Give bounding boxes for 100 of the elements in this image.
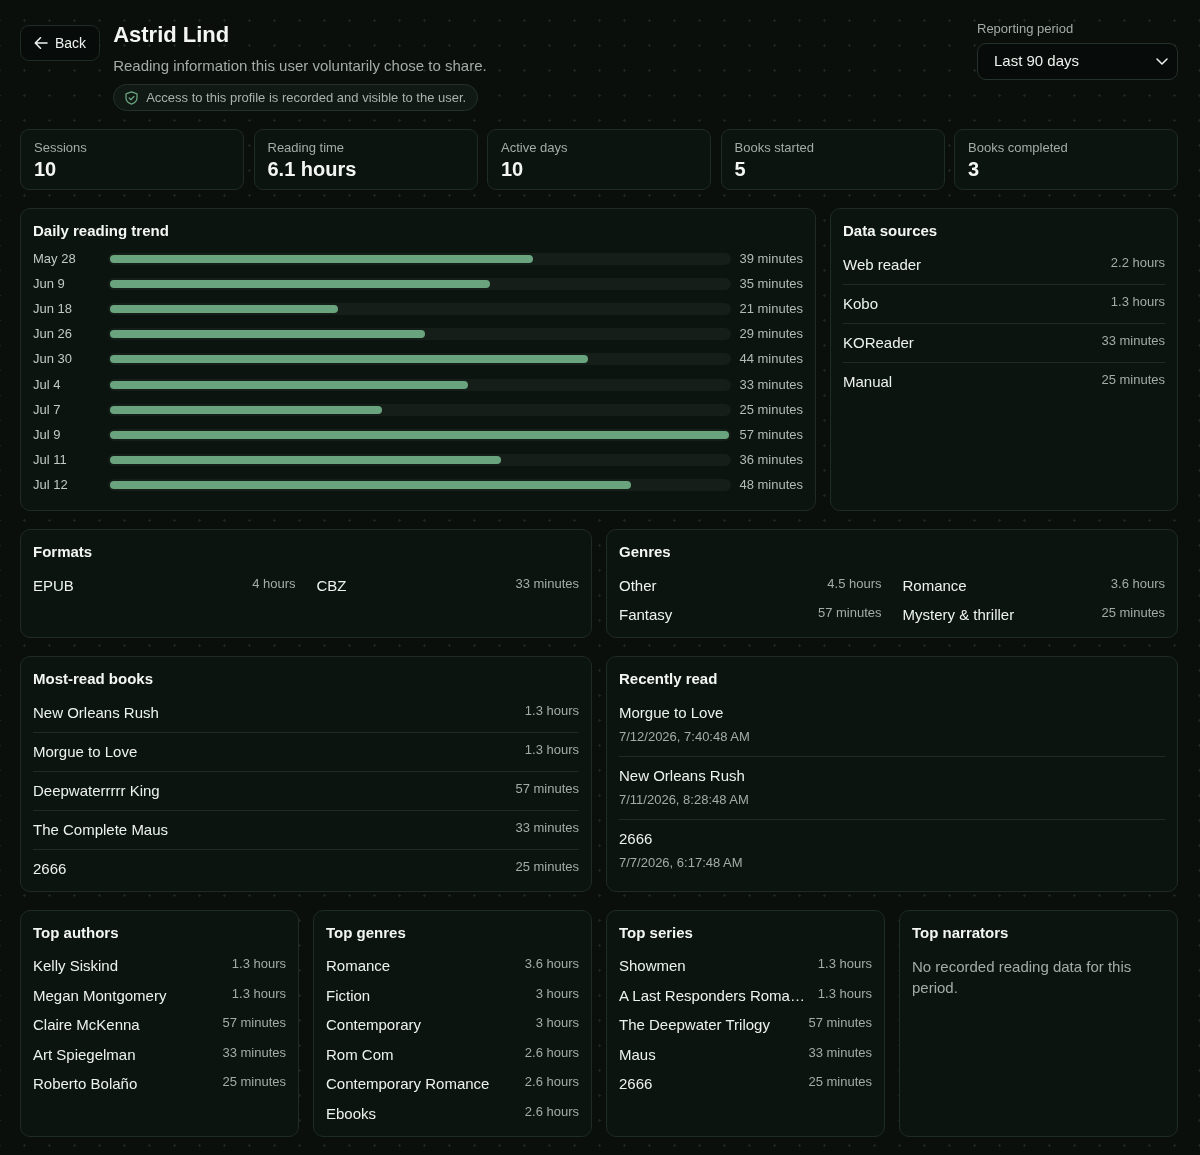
stat-label: Sessions (34, 139, 88, 157)
chevron-down-icon (1156, 58, 1168, 65)
stat-value: 10 (501, 157, 525, 181)
duration: 25 minutes (1101, 605, 1165, 621)
book-title: Deepwaterrrrr King (33, 781, 160, 802)
book-title: 2666 (619, 829, 654, 850)
stat-label: Reading time (267, 139, 346, 157)
book-title: The Complete Maus (33, 820, 169, 841)
minutes-reading: 48 minutes (738, 477, 803, 494)
panel-title: Top genres (326, 923, 407, 944)
author-name: Art Spiegelman (33, 1044, 136, 1065)
duration: 1.3 hours (524, 703, 579, 719)
genre-name: Ebooks (326, 1103, 377, 1124)
book-title: Morgue to Love (33, 742, 138, 763)
duration: 1.3 hours (524, 742, 579, 758)
author-name: Claire McKenna (33, 1015, 140, 1036)
date-label: Jul 4 (33, 376, 62, 393)
duration: 33 minutes (515, 575, 579, 591)
genre-name: Contemporary Romance (326, 1074, 490, 1095)
stat-label: Books started (734, 139, 815, 157)
panel-title: Recently read (619, 669, 719, 690)
stat-label: Active days (501, 139, 569, 157)
duration: 1.3 hours (817, 985, 872, 1001)
duration: 25 minutes (515, 859, 579, 875)
format-name: CBZ (316, 575, 347, 596)
duration: 2.6 hours (524, 1103, 579, 1119)
stat-value: 3 (968, 157, 981, 181)
minutes-reading: 44 minutes (738, 351, 803, 368)
read-timestamp: 7/11/2026, 8:28:48 AM (619, 791, 750, 810)
duration: 3.6 hours (524, 956, 579, 972)
series-title: 2666 (619, 1074, 653, 1095)
book-title: 2666 (33, 859, 67, 880)
duration: 2.2 hours (1110, 255, 1165, 270)
minutes-reading: 36 minutes (738, 452, 803, 469)
read-timestamp: 7/12/2026, 7:40:48 AM (619, 728, 751, 747)
genre-name: Fantasy (619, 605, 673, 626)
duration: 2.6 hours (524, 1074, 579, 1090)
date-label: Jul 9 (33, 426, 62, 443)
duration: 1.3 hours (817, 956, 872, 972)
duration: 1.3 hours (231, 956, 286, 972)
duration: 3.6 hours (1110, 575, 1165, 591)
panel-title: Most-read books (33, 669, 154, 690)
book-title: New Orleans Rush (33, 703, 159, 724)
series-title: Showmen (619, 956, 686, 977)
source-name: KOReader (843, 333, 914, 353)
book-title: Morgue to Love (619, 703, 725, 724)
profile-name: Astrid Lind (113, 21, 230, 49)
series-title: A Last Responders Roma… (619, 985, 805, 1006)
genre-name: Mystery & thriller (902, 605, 1015, 626)
minutes-reading: 39 minutes (738, 250, 803, 267)
date-label: Jun 9 (33, 275, 66, 292)
arrow-left-icon (34, 36, 48, 50)
stat-value: 6.1 hours (267, 157, 358, 181)
minutes-reading: 57 minutes (738, 426, 803, 443)
date-label: Jul 7 (33, 401, 62, 418)
shield-check-icon (125, 90, 139, 105)
profile-subtitle: Reading information this user voluntarily chose to share. (113, 56, 487, 76)
author-name: Megan Montgomery (33, 985, 167, 1006)
minutes-reading: 21 minutes (738, 300, 803, 317)
genre-name: Fiction (326, 985, 371, 1006)
minutes-reading: 29 minutes (738, 326, 803, 343)
stat-label: Books completed (968, 139, 1069, 157)
series-title: Maus (619, 1044, 656, 1065)
duration: 57 minutes (808, 1015, 872, 1031)
duration: 57 minutes (222, 1015, 286, 1031)
duration: 25 minutes (1101, 372, 1165, 387)
field-label: Reporting period (977, 21, 1075, 37)
source-name: Manual (843, 372, 893, 392)
series-title: The Deepwater Trilogy (619, 1015, 770, 1036)
genre-name: Contemporary (326, 1015, 422, 1036)
duration: 57 minutes (817, 605, 882, 621)
date-label: Jul 12 (33, 477, 69, 494)
notice-text: Access to this profile is recorded and visible to the user. (146, 89, 467, 106)
duration: 57 minutes (515, 781, 579, 797)
panel-title: Daily reading trend (33, 221, 170, 241)
date-label: Jul 11 (33, 452, 68, 469)
duration: 1.3 hours (231, 985, 286, 1001)
back-button[interactable]: Back (20, 25, 101, 61)
duration: 1.3 hours (1110, 294, 1165, 309)
source-name: Kobo (843, 294, 879, 314)
period-select[interactable]: Last 90 days (977, 43, 1178, 80)
minutes-reading: 35 minutes (738, 275, 803, 292)
panel-title: Data sources (843, 221, 939, 241)
empty-message: No recorded reading data for this period. (912, 957, 1133, 999)
genre-name: Romance (326, 956, 391, 977)
source-name: Web reader (843, 255, 922, 275)
panel-title: Top narrators (912, 923, 1010, 944)
author-name: Roberto Bolaño (33, 1074, 138, 1095)
stat-value: 5 (734, 157, 747, 181)
panel-title: Top series (619, 923, 694, 944)
minutes-reading: 33 minutes (738, 376, 803, 393)
genre-name: Other (619, 575, 657, 596)
stat-value: 10 (34, 157, 58, 181)
read-timestamp: 7/7/2026, 6:17:48 AM (619, 854, 744, 873)
genre-name: Rom Com (326, 1044, 394, 1065)
duration: 33 minutes (222, 1044, 286, 1060)
format-name: EPUB (33, 575, 74, 596)
date-label: Jun 26 (33, 326, 74, 343)
panel-title: Genres (619, 541, 672, 562)
duration: 4.5 hours (827, 575, 882, 591)
